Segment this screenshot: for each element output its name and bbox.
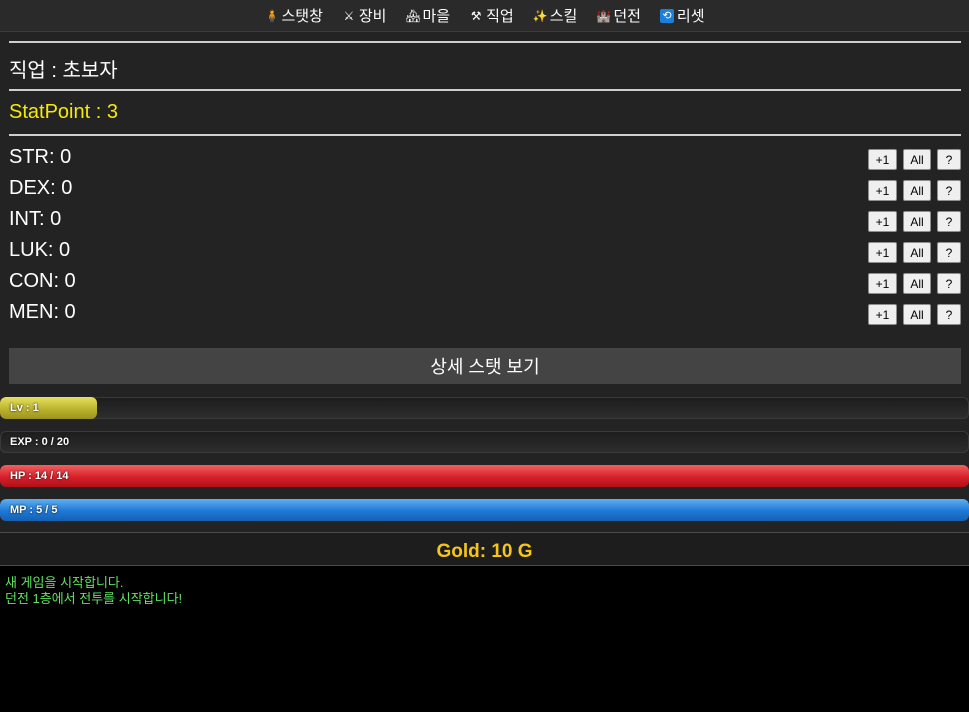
stat-row-str: STR: 0 +1 All ? — [9, 146, 961, 171]
person-icon: 🧍 — [264, 8, 280, 23]
divider — [9, 41, 961, 43]
job-label: 직업 : 초보자 — [9, 60, 118, 82]
detail-stats-button[interactable]: 상세 스탯 보기 — [9, 348, 961, 384]
int-plus-one-button[interactable]: +1 — [868, 211, 897, 232]
stat-row-int: INT: 0 +1 All ? — [9, 208, 961, 233]
nav-reset[interactable]: ⟲ 리셋 — [659, 5, 705, 26]
nav-job-label: 직업 — [486, 8, 514, 25]
con-help-button[interactable]: ? — [937, 273, 961, 294]
stat-label: STR: 0 — [9, 146, 72, 168]
con-all-button[interactable]: All — [903, 273, 931, 294]
log-line: 새 게임을 시작합니다. — [5, 575, 124, 590]
hp-bar-label: HP : 14 / 14 — [10, 470, 69, 482]
houses-icon: 🏘 — [405, 8, 421, 23]
mp-bar-fill — [0, 499, 969, 521]
level-bar: Lv : 1 — [0, 397, 969, 419]
stat-row-con: CON: 0 +1 All ? — [9, 270, 961, 295]
dex-plus-one-button[interactable]: +1 — [868, 180, 897, 201]
nav-job[interactable]: ⚒ 직업 — [469, 5, 514, 26]
stat-label: DEX: 0 — [9, 177, 73, 199]
hp-bar-fill — [0, 465, 969, 487]
stat-label: INT: 0 — [9, 208, 62, 230]
nav-dungeon-label: 던전 — [613, 8, 641, 25]
nav-skill-label: 스킬 — [549, 8, 578, 25]
stat-point-label: StatPoint : 3 — [9, 101, 118, 123]
nav-stats-label: 스탯창 — [281, 8, 323, 25]
men-plus-one-button[interactable]: +1 — [868, 304, 897, 325]
men-all-button[interactable]: All — [903, 304, 931, 325]
hp-bar: HP : 14 / 14 — [0, 465, 969, 487]
gold-label: Gold: 10 G — [436, 541, 533, 562]
luk-help-button[interactable]: ? — [937, 242, 961, 263]
crossed-swords-icon: ⚔ — [343, 8, 355, 23]
status-bars: Lv : 1 EXP : 0 / 20 HP : 14 / 14 MP : 5 … — [0, 393, 969, 533]
castle-icon: 🏰 — [596, 8, 612, 23]
reset-icon: ⟲ — [659, 8, 674, 23]
divider — [9, 89, 961, 91]
stat-row-luk: LUK: 0 +1 All ? — [9, 239, 961, 264]
luk-all-button[interactable]: All — [903, 242, 931, 263]
log-line: 던전 1층에서 전투를 시작합니다! — [5, 591, 183, 606]
dex-help-button[interactable]: ? — [937, 180, 961, 201]
str-help-button[interactable]: ? — [937, 149, 961, 170]
stat-label: MEN: 0 — [9, 301, 76, 323]
stat-label: CON: 0 — [9, 270, 76, 292]
nav-reset-label: 리셋 — [676, 8, 705, 25]
int-help-button[interactable]: ? — [937, 211, 961, 232]
stat-row-dex: DEX: 0 +1 All ? — [9, 177, 961, 202]
sparkles-icon: ✨ — [532, 8, 548, 23]
hammer-pick-icon: ⚒ — [470, 8, 482, 23]
top-nav: 🧍 스탯창 ⚔ 장비 🏘 마을 ⚒ 직업 ✨ 스킬 🏰 던전 ⟲ 리셋 — [0, 0, 969, 32]
luk-plus-one-button[interactable]: +1 — [868, 242, 897, 263]
dex-all-button[interactable]: All — [903, 180, 931, 201]
stat-row-men: MEN: 0 +1 All ? — [9, 301, 961, 326]
nav-equipment-label: 장비 — [358, 8, 387, 25]
nav-stats[interactable]: 🧍 스탯창 — [264, 5, 322, 26]
stat-panel: 직업 : 초보자 StatPoint : 3 STR: 0 +1 All ? D… — [0, 32, 969, 393]
mp-bar-label: MP : 5 / 5 — [10, 504, 58, 516]
nav-village-label: 마을 — [422, 8, 451, 25]
exp-bar: EXP : 0 / 20 — [0, 431, 969, 453]
nav-skill[interactable]: ✨ 스킬 — [533, 5, 578, 26]
message-log: 새 게임을 시작합니다. 던전 1층에서 전투를 시작합니다! — [5, 575, 955, 607]
exp-bar-label: EXP : 0 / 20 — [10, 436, 70, 448]
stat-label: LUK: 0 — [9, 239, 71, 261]
mp-bar: MP : 5 / 5 — [0, 499, 969, 521]
level-bar-label: Lv : 1 — [10, 402, 39, 414]
str-plus-one-button[interactable]: +1 — [868, 149, 897, 170]
men-help-button[interactable]: ? — [937, 304, 961, 325]
int-all-button[interactable]: All — [903, 211, 931, 232]
nav-equipment[interactable]: ⚔ 장비 — [342, 5, 387, 26]
gold-area: Gold: 10 G — [0, 532, 969, 566]
nav-dungeon[interactable]: 🏰 던전 — [596, 5, 641, 26]
divider — [9, 134, 961, 136]
con-plus-one-button[interactable]: +1 — [868, 273, 897, 294]
str-all-button[interactable]: All — [903, 149, 931, 170]
nav-village[interactable]: 🏘 마을 — [405, 5, 450, 26]
